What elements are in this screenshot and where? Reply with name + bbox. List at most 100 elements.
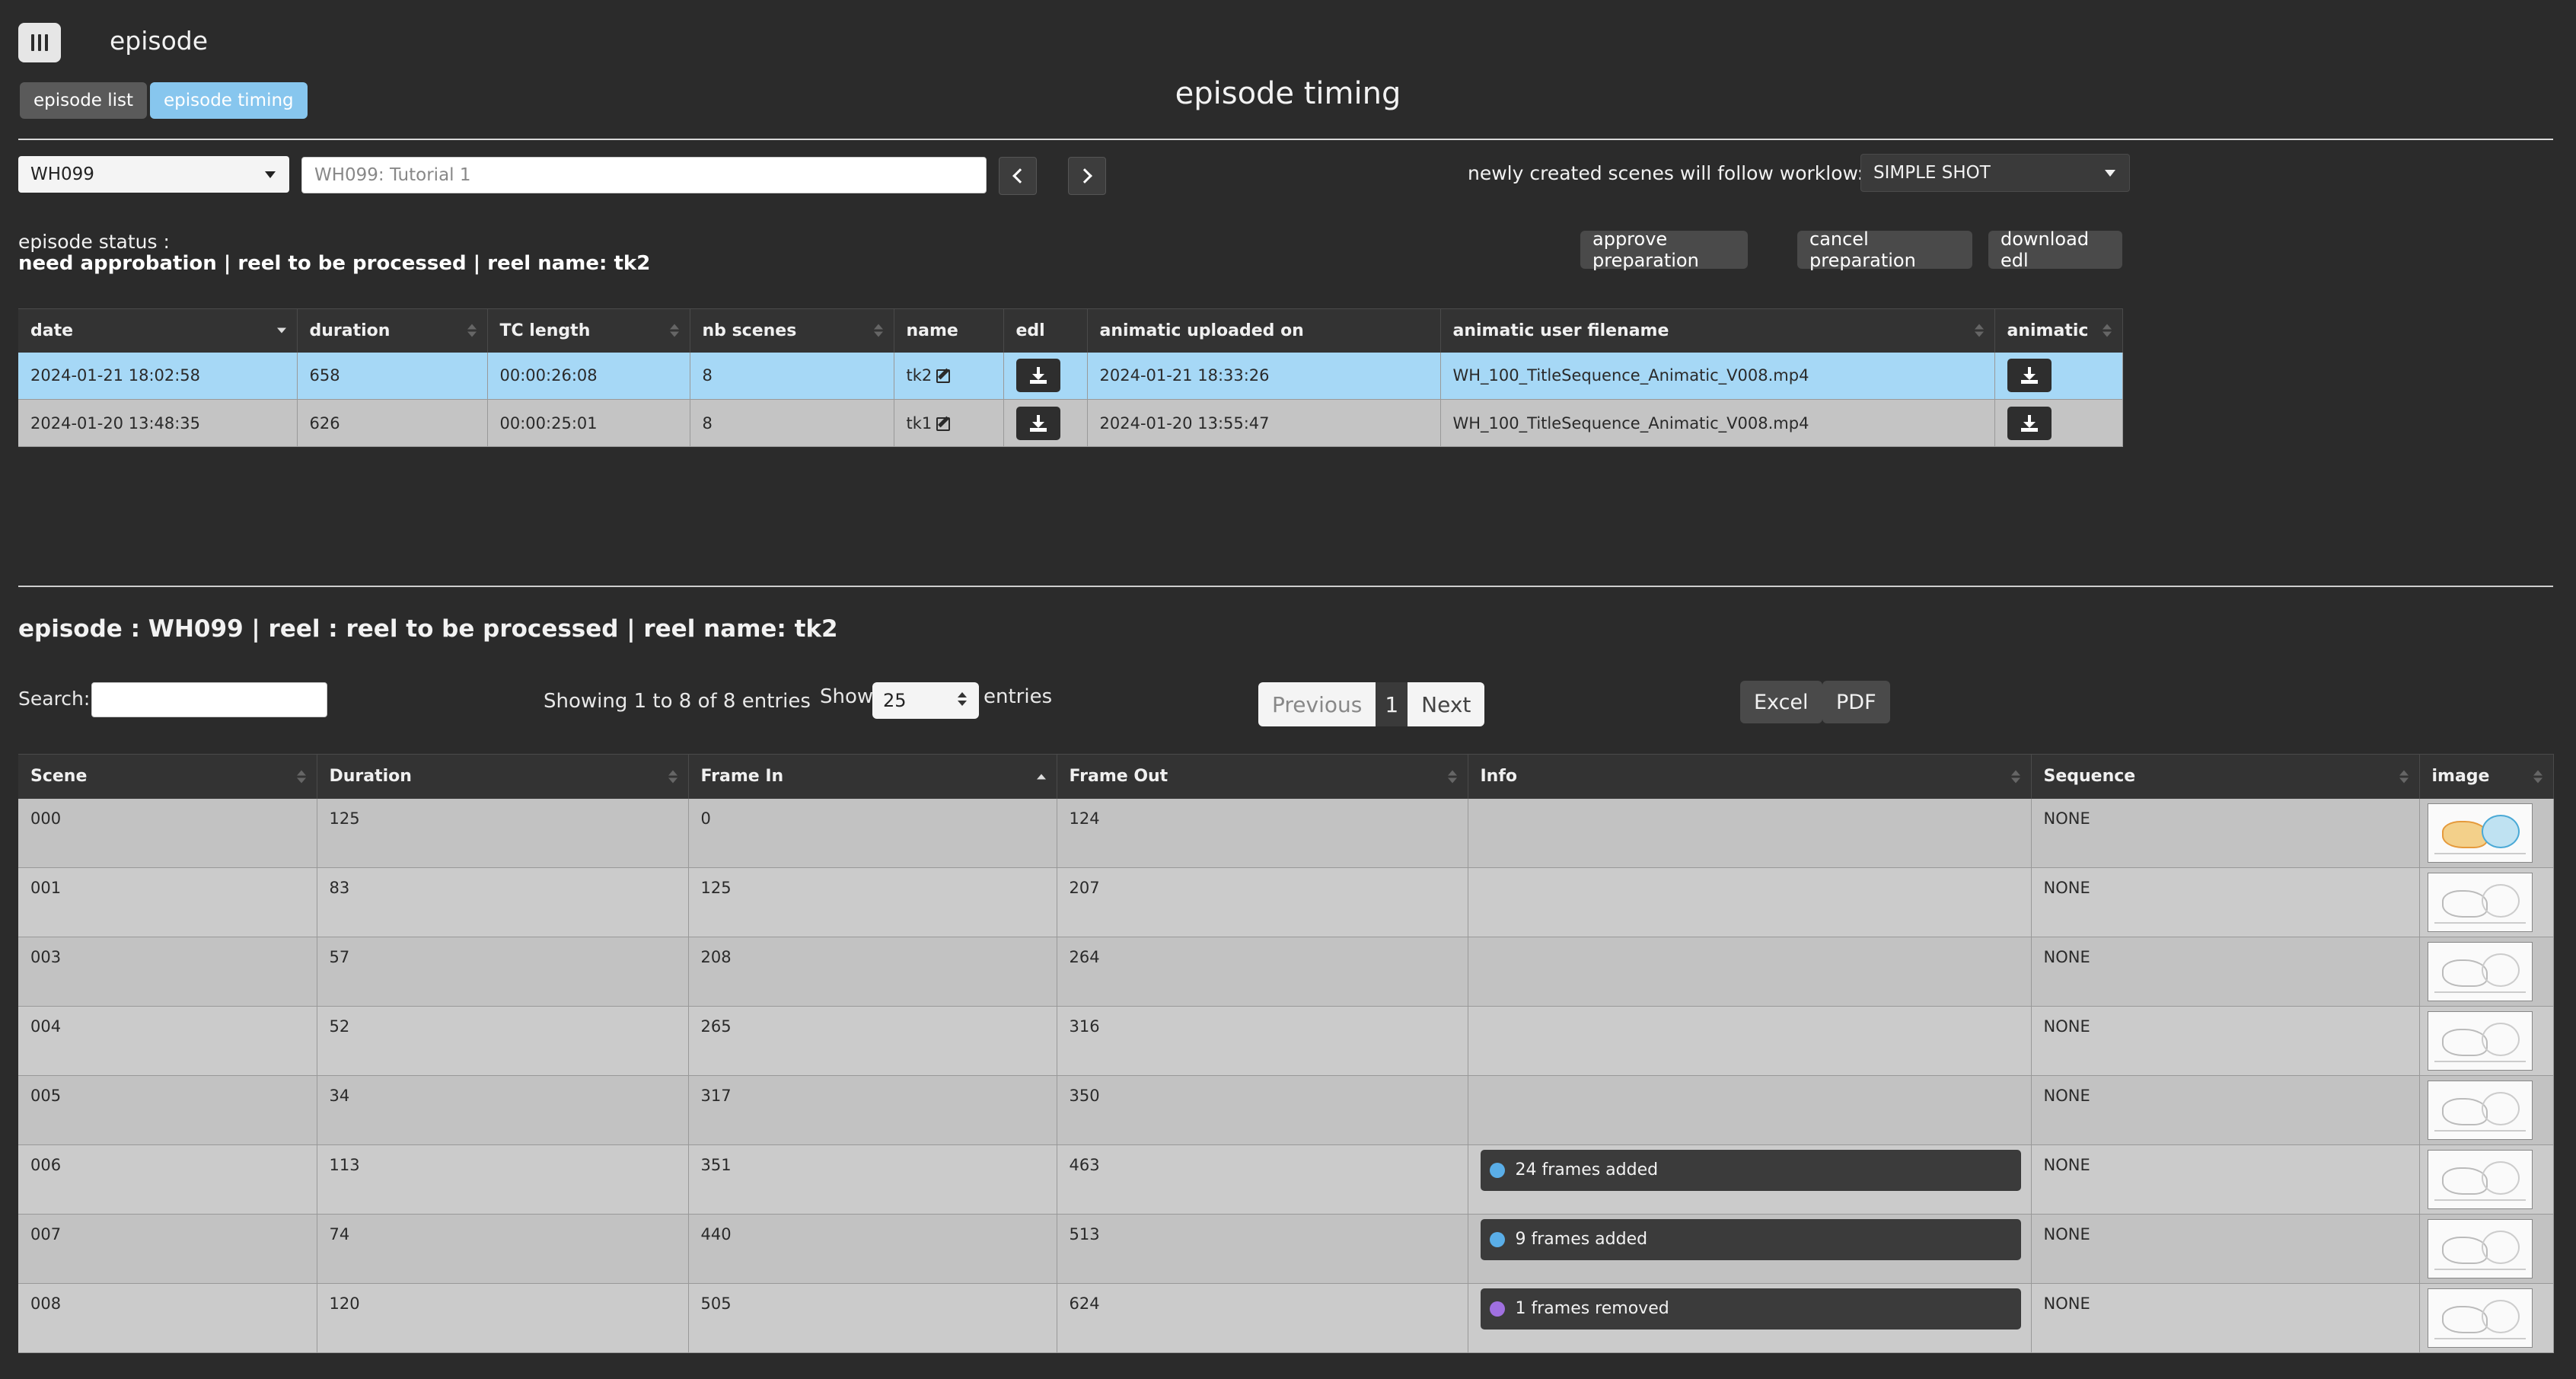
cell-image [2419,1214,2554,1284]
cell-sequence: NONE [2031,1075,2420,1145]
scene-thumbnail[interactable] [2427,1080,2533,1140]
cell-scene: 001 [18,867,317,937]
cell-info: 9 frames added [1468,1214,2032,1284]
column-header-sequence[interactable]: Sequence [2031,754,2420,799]
column-header-duration[interactable]: Duration [317,754,689,799]
page-title: episode timing [1175,76,1401,111]
column-header-frame-in[interactable]: Frame In [688,754,1057,799]
pagination: Previous 1 Next [1258,682,1485,726]
sort-icon [1447,770,1457,784]
sort-icon [669,324,679,337]
cell-info [1468,798,2032,868]
column-header-frame-out[interactable]: Frame Out [1057,754,1468,799]
column-header-animatic[interactable]: animatic [1994,308,2123,353]
edl-download-button[interactable] [1015,406,1060,440]
cell-duration: 120 [317,1283,689,1353]
episode-name-input[interactable]: WH099: Tutorial 1 [301,157,987,193]
column-header-animatic-filename[interactable]: animatic user filename [1440,308,1995,353]
cell-edl [1003,352,1088,400]
cell-image [2419,1006,2554,1076]
table-row[interactable]: 001 83 125 207 NONE [18,867,2554,937]
cell-info [1468,937,2032,1007]
chevron-left-icon [1012,168,1028,184]
column-header-animatic-uploaded: animatic uploaded on [1087,308,1441,353]
animatic-download-button[interactable] [2007,359,2052,393]
table-row[interactable]: 2024-01-21 18:02:58 658 00:00:26:08 8 tk… [18,352,2123,400]
chevron-right-icon [1077,168,1092,184]
cell-info [1468,1006,2032,1076]
scene-thumbnail[interactable] [2427,941,2533,1001]
cell-scene: 000 [18,798,317,868]
cell-duration: 113 [317,1144,689,1215]
cell-scene: 003 [18,937,317,1007]
column-header-duration[interactable]: duration [297,308,488,353]
info-text: 24 frames added [1515,1160,1659,1179]
cell-sequence: NONE [2031,1283,2420,1353]
approve-preparation-button[interactable]: approve preparation [1580,228,1748,271]
episode-select[interactable]: WH099 [18,156,289,193]
cell-animatic-uploaded: 2024-01-20 13:55:47 [1087,399,1441,447]
cell-duration: 57 [317,937,689,1007]
cell-sequence: NONE [2031,1006,2420,1076]
scene-thumbnail[interactable] [2427,1010,2533,1071]
column-header-image[interactable]: image [2419,754,2554,799]
cell-duration: 626 [297,399,488,447]
episode-name-value: WH099: Tutorial 1 [314,165,471,185]
scene-thumbnail[interactable] [2427,872,2533,932]
scene-thumbnail[interactable] [2427,803,2533,863]
cell-name: tk2 [894,352,1004,400]
sort-icon [2399,770,2409,784]
edit-icon[interactable] [936,417,951,431]
excel-export-button[interactable]: Excel [1740,681,1822,723]
edit-icon[interactable] [936,369,951,384]
pdf-export-button[interactable]: PDF [1822,681,1890,723]
divider [18,139,2553,140]
table-row[interactable]: 000 125 0 124 NONE [18,798,2554,868]
column-header-date[interactable]: date [18,308,298,353]
animatic-download-button[interactable] [2007,406,2052,440]
workflow-select[interactable]: SIMPLE SHOT [1860,154,2130,192]
status-dot-icon [1489,1231,1505,1247]
cell-frame-in: 208 [688,937,1057,1007]
cell-info: 24 frames added [1468,1144,2032,1215]
cell-duration: 52 [317,1006,689,1076]
cell-image [2419,1144,2554,1215]
edl-download-button[interactable] [1015,359,1060,393]
table-row[interactable]: 008 120 505 624 1 frames removed NONE [18,1283,2554,1353]
page-length-select[interactable]: 25 [872,682,979,719]
scene-thumbnail[interactable] [2427,1149,2533,1209]
column-header-info[interactable]: Info [1468,754,2032,799]
table-row[interactable]: 006 113 351 463 24 frames added NONE [18,1144,2554,1215]
page-1-button[interactable]: 1 [1376,682,1408,726]
scene-table: Scene Duration Frame In Frame Out Info S… [18,754,2554,1353]
download-edl-button[interactable]: download edl [1988,228,2122,271]
cell-frame-out: 624 [1057,1283,1468,1353]
search-input[interactable] [91,682,327,717]
previous-episode-button[interactable] [999,157,1037,195]
column-header-nb-scenes[interactable]: nb scenes [690,308,894,353]
cell-image [2419,798,2554,868]
cell-name: tk1 [894,399,1004,447]
cell-frame-in: 440 [688,1214,1057,1284]
cancel-preparation-button[interactable]: cancel preparation [1797,228,1972,271]
scene-thumbnail[interactable] [2427,1288,2533,1348]
next-episode-button[interactable] [1068,157,1106,195]
caret-down-icon [2105,170,2115,177]
stepper-arrows-icon [958,692,967,706]
cell-duration: 83 [317,867,689,937]
column-header-scene[interactable]: Scene [18,754,317,799]
scene-thumbnail[interactable] [2427,1218,2533,1278]
table-row[interactable]: 004 52 265 316 NONE [18,1006,2554,1076]
sort-icon [296,770,306,784]
cell-date: 2024-01-21 18:02:58 [18,352,298,400]
menu-button[interactable] [18,23,61,62]
previous-page-button[interactable]: Previous [1258,682,1376,726]
table-row[interactable]: 005 34 317 350 NONE [18,1075,2554,1145]
column-header-tc-length[interactable]: TC length [487,308,690,353]
sort-icon [2533,770,2543,784]
cell-frame-in: 125 [688,867,1057,937]
next-page-button[interactable]: Next [1408,682,1485,726]
table-row[interactable]: 003 57 208 264 NONE [18,937,2554,1007]
table-row[interactable]: 2024-01-20 13:48:35 626 00:00:25:01 8 tk… [18,399,2123,447]
table-row[interactable]: 007 74 440 513 9 frames added NONE [18,1214,2554,1284]
